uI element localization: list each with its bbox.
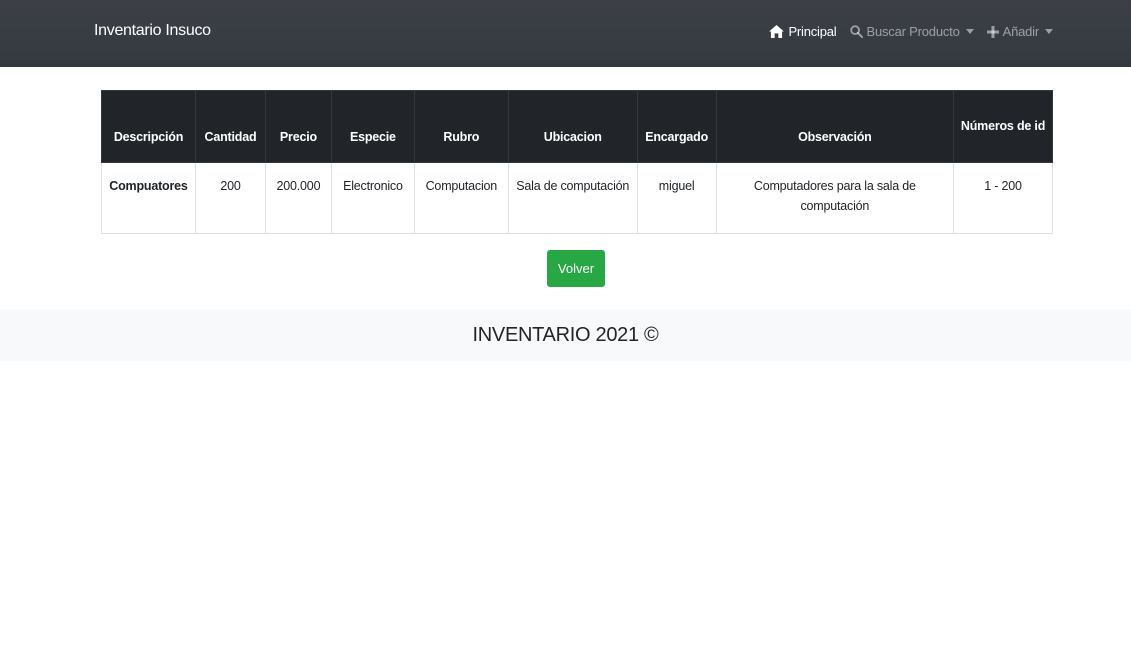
table-cell: 1 - 200 — [953, 162, 1053, 234]
navbar-brand[interactable]: Inventario Insuco — [94, 22, 211, 40]
column-header: Descripción — [101, 90, 196, 163]
home-icon — [769, 25, 785, 38]
caret-down-icon — [1045, 29, 1053, 34]
inventory-table: Descripción Cantidad Precio Especie Rubr… — [101, 90, 1053, 234]
table-header-row: Descripción Cantidad Precio Especie Rubr… — [101, 90, 1053, 163]
column-header: Especie — [330, 90, 415, 163]
search-icon — [849, 25, 863, 38]
nav-link-principal[interactable]: Principal — [769, 24, 837, 39]
column-header: Observación — [715, 90, 955, 163]
page-footer: INVENTARIO 2021 © — [0, 309, 1131, 361]
nav-link-label: Añadir — [1002, 24, 1040, 39]
column-header: Encargado — [636, 90, 717, 163]
nav-link-label: Principal — [788, 24, 837, 39]
table-cell: Compuatores — [101, 162, 196, 234]
table-cell: 200.000 — [264, 162, 332, 234]
top-navbar: Inventario Insuco Principal Buscar Produ… — [0, 0, 1131, 67]
back-button[interactable]: Volver — [547, 250, 605, 287]
footer-text: INVENTARIO 2021 © — [472, 323, 659, 346]
table-cell: Computadores para la sala de computación — [715, 162, 955, 234]
table-cell: miguel — [636, 162, 717, 234]
table-row: Compuatores 200 200.000 Electronico Comp… — [101, 162, 1053, 234]
column-header: Números de id — [953, 90, 1053, 163]
column-header: Rubro — [413, 90, 509, 163]
column-header: Precio — [264, 90, 332, 163]
nav-link-label: Buscar Producto — [866, 24, 960, 39]
caret-down-icon — [965, 29, 974, 34]
inventory-table-container: Descripción Cantidad Precio Especie Rubr… — [101, 90, 1053, 234]
table-cell: Electronico — [330, 162, 415, 234]
navbar-links: Principal Buscar Producto Añadir — [756, 24, 1053, 39]
table-cell: 200 — [194, 162, 266, 234]
table-cell: Computacion — [413, 162, 509, 234]
nav-dropdown-anadir[interactable]: Añadir — [986, 24, 1053, 39]
nav-dropdown-buscar-producto[interactable]: Buscar Producto — [849, 24, 974, 39]
plus-icon — [986, 25, 999, 38]
column-header: Ubicacion — [507, 90, 638, 163]
column-header: Cantidad — [194, 90, 266, 163]
table-cell: Sala de computación — [507, 162, 638, 234]
